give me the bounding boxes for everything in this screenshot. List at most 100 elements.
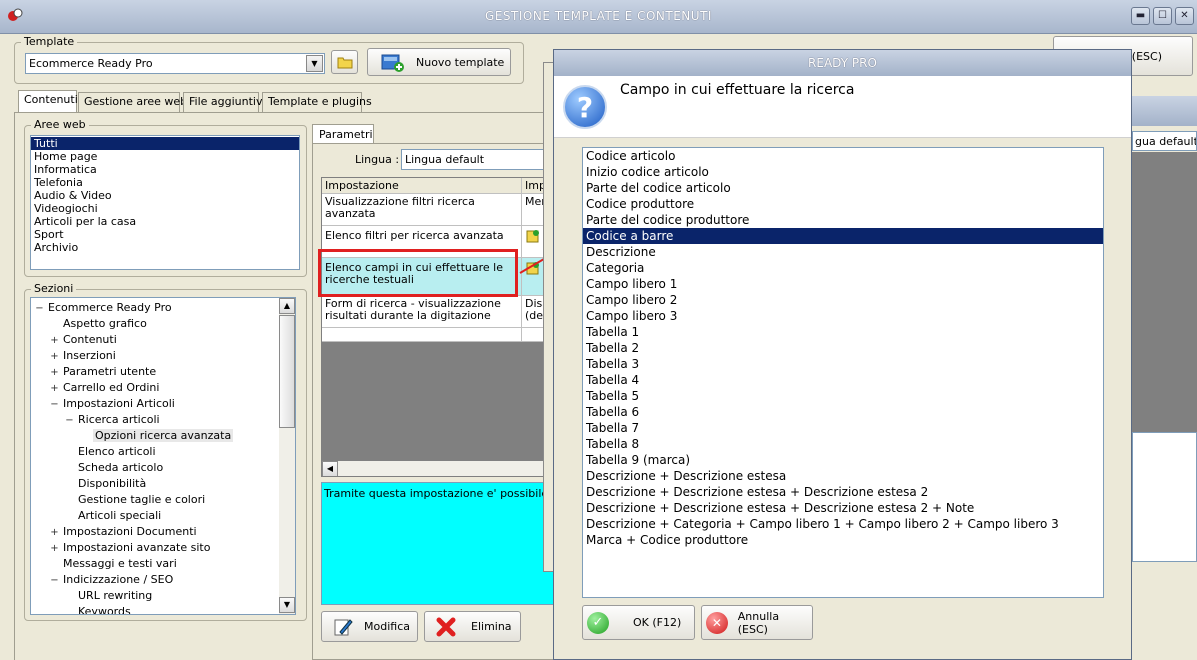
close-button[interactable]: ✕ [1175,7,1194,25]
field-option[interactable]: Tabella 9 (marca) [583,452,1103,468]
field-option[interactable]: Tabella 3 [583,356,1103,372]
field-option[interactable]: Descrizione [583,244,1103,260]
grid-row-setting[interactable]: Form di ricerca - visualizzazione risult… [322,296,522,328]
background-lingua-select[interactable]: gua default [1132,131,1197,151]
expand-icon[interactable]: + [50,541,59,557]
tree-item[interactable]: Keywords [65,604,131,614]
field-option[interactable]: Tabella 5 [583,388,1103,404]
field-option[interactable]: Codice articolo [583,148,1103,164]
grid-row-setting[interactable]: Visualizzazione filtri ricerca avanzata [322,194,522,226]
aree-web-item[interactable]: Videogiochi [31,202,299,215]
aree-web-item[interactable]: Tutti [31,137,299,150]
field-option[interactable]: Codice produttore [583,196,1103,212]
lingua-select-value: Lingua default [405,153,485,166]
scroll-up-icon[interactable]: ▲ [279,298,295,314]
aree-web-item[interactable]: Audio & Video [31,189,299,202]
tab-gestione-aree-web[interactable]: Gestione aree web [78,92,187,112]
field-option[interactable]: Descrizione + Descrizione estesa + Descr… [583,484,1103,500]
field-options-list[interactable]: Codice articolo Inizio codice articolo Par… [582,147,1104,598]
field-option[interactable]: Tabella 8 [583,436,1103,452]
field-option[interactable]: Tabella 4 [583,372,1103,388]
tree-item[interactable]: Opzioni ricerca avanzata [80,428,234,444]
field-option[interactable]: Descrizione + Descrizione estesa [583,468,1103,484]
sezioni-tree[interactable]: − Ecommerce Ready Pro Aspetto grafico + Cont… [30,297,296,615]
tree-item[interactable]: Disponibilità [65,476,146,492]
field-option[interactable]: Campo libero 2 [583,292,1103,308]
tree-scrollbar[interactable]: ▲ ▼ [279,298,295,614]
field-option[interactable]: Inizio codice articolo [583,164,1103,180]
aree-web-list[interactable]: Tutti Home page Informatica Telefonia Audio … [30,135,300,270]
field-option[interactable]: Descrizione + Descrizione estesa + Descr… [583,500,1103,516]
scroll-down-icon[interactable]: ▼ [279,597,295,613]
tree-item[interactable]: − Indicizzazione / SEO [50,572,173,588]
collapse-icon[interactable]: − [35,301,44,317]
tree-item[interactable]: − Impostazioni Articoli [50,396,175,412]
tree-item[interactable]: Articoli speciali [65,508,161,524]
expand-icon[interactable]: + [50,525,59,541]
aree-web-item[interactable]: Sport [31,228,299,241]
parametri-grid[interactable]: Impostazione Imp Visualizzazione filtri … [321,177,551,477]
elimina-button[interactable]: Elimina [424,611,521,642]
cancel-button[interactable]: ✕ Annulla (ESC) [701,605,813,640]
new-template-button[interactable]: Nuovo template [367,48,511,76]
aree-web-item[interactable]: Telefonia [31,176,299,189]
tree-item-label: Ricerca articoli [78,413,160,426]
expand-icon[interactable]: + [50,333,59,349]
tree-item-label: Disponibilità [78,477,147,490]
field-option[interactable]: Tabella 1 [583,324,1103,340]
field-option[interactable]: Campo libero 3 [583,308,1103,324]
tree-item[interactable]: − Ricerca articoli [65,412,160,429]
tree-item[interactable]: Messaggi e testi vari [50,556,177,572]
field-option[interactable]: Descrizione + Categoria + Campo libero 1… [583,516,1103,532]
field-option[interactable]: Parte del codice produttore [583,212,1103,228]
field-option[interactable]: Categoria [583,260,1103,276]
field-option[interactable]: Tabella 2 [583,340,1103,356]
lingua-select[interactable]: Lingua default [401,149,561,170]
tab-parametri[interactable]: Parametri [312,124,374,144]
modifica-button[interactable]: Modifica [321,611,418,642]
tree-item[interactable]: + Contenuti [50,332,116,349]
tree-item[interactable]: Aspetto grafico [50,316,147,332]
ok-button[interactable]: ✓ OK (F12) [582,605,695,640]
field-option[interactable]: Marca + Codice produttore [583,532,1103,548]
scroll-thumb[interactable] [279,315,295,428]
collapse-icon[interactable]: − [50,397,59,413]
aree-web-item[interactable]: Archivio [31,241,299,254]
field-option[interactable]: Parte del codice articolo [583,180,1103,196]
tree-item[interactable]: + Carrello ed Ordini [50,380,159,396]
expand-icon[interactable]: + [50,365,59,381]
tree-item[interactable]: + Parametri utente [50,364,156,380]
ok-label: OK (F12) [633,616,682,629]
aree-web-item[interactable]: Articoli per la casa [31,215,299,228]
tree-item[interactable]: − Ecommerce Ready Pro [35,300,171,317]
delete-x-icon [436,617,456,636]
field-option[interactable]: Tabella 6 [583,404,1103,420]
grid-header-impostazione[interactable]: Impostazione [322,178,522,194]
open-folder-button[interactable] [331,50,358,74]
field-option[interactable]: Codice a barre [583,228,1103,244]
tab-template-plugins[interactable]: Template e plugins [262,92,372,112]
grid-hscrollbar[interactable]: ◀ [322,461,550,476]
aree-web-item[interactable]: Home page [31,150,299,163]
maximize-button[interactable]: ☐ [1153,7,1172,25]
tree-item[interactable]: Gestione taglie e colori [65,492,205,508]
aree-web-item[interactable]: Informatica [31,163,299,176]
tree-item[interactable]: URL rewriting [65,588,152,604]
tab-contenuti[interactable]: Contenuti [18,90,78,112]
tree-item[interactable]: + Impostazioni Documenti [50,524,196,541]
tree-item[interactable]: Scheda articolo [65,460,163,476]
chevron-down-icon[interactable]: ▼ [306,55,323,72]
tree-item[interactable]: + Inserzioni [50,348,116,364]
tree-item[interactable]: + Impostazioni avanzate sito [50,540,210,556]
scroll-left-icon[interactable]: ◀ [322,461,338,476]
tab-file-aggiuntivi[interactable]: File aggiuntivi [183,92,266,112]
template-select[interactable]: Ecommerce Ready Pro ▼ [25,53,325,74]
minimize-button[interactable]: ▬ [1131,7,1150,25]
tree-item[interactable]: Elenco articoli [65,444,156,460]
collapse-icon[interactable]: − [65,413,74,429]
field-option[interactable]: Tabella 7 [583,420,1103,436]
expand-icon[interactable]: + [50,349,59,365]
field-option[interactable]: Campo libero 1 [583,276,1103,292]
expand-icon[interactable]: + [50,381,59,397]
collapse-icon[interactable]: − [50,573,59,589]
